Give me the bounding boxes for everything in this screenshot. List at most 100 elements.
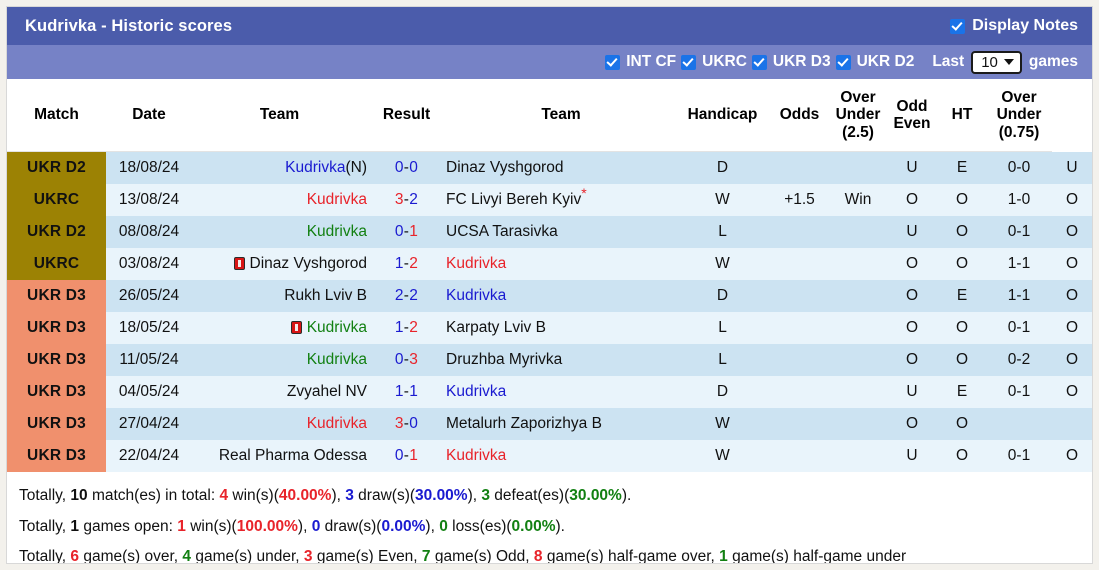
col-over-under-25[interactable]: Over Under (2.5) <box>830 79 886 153</box>
league-filter-ukrc[interactable]: UKRC <box>681 53 747 71</box>
team-name[interactable]: Druzhba Myrivka <box>446 351 562 369</box>
odds-value <box>830 408 886 441</box>
col-date[interactable]: Date <box>106 79 192 153</box>
score-cell[interactable]: 2-2 <box>367 280 446 313</box>
col-odd-even[interactable]: Odd Even <box>886 79 938 153</box>
league-badge[interactable]: UKR D2 <box>7 151 106 185</box>
home-team-cell[interactable]: Real Pharma Odessa <box>192 440 367 473</box>
col-over-under-075[interactable]: Over Under (0.75) <box>986 79 1052 153</box>
team-name[interactable]: Kudrivka <box>446 287 506 305</box>
score-cell[interactable]: 0-0 <box>367 151 446 185</box>
league-filter-label: UKRC <box>702 53 747 70</box>
home-team-cell[interactable]: Kudrivka <box>192 408 367 441</box>
away-team-cell[interactable]: Metalurh Zaporizhya B <box>446 408 676 441</box>
table-row[interactable]: UKR D2 18/08/24 Kudrivka(N) 0-0 Dinaz Vyshgo… <box>7 151 1092 185</box>
col-result[interactable]: Result <box>367 79 446 153</box>
score-cell[interactable]: 3-0 <box>367 408 446 441</box>
league-filter-checkbox[interactable] <box>605 54 621 70</box>
col-match[interactable]: Match <box>7 79 106 153</box>
team-name[interactable]: Kudrivka <box>307 223 367 241</box>
col-home-team[interactable]: Team <box>192 79 367 153</box>
table-row[interactable]: UKR D3 27/04/24 Kudrivka 3-0 Metalurh Zapori… <box>7 408 1092 441</box>
score-cell[interactable]: 1-1 <box>367 376 446 409</box>
home-team-cell[interactable]: Kudrivka <box>192 312 367 345</box>
team-asterisk: * <box>581 184 587 201</box>
away-team-cell[interactable]: Kudrivka <box>446 248 676 281</box>
team-name[interactable]: Kudrivka <box>307 191 367 209</box>
col-ht[interactable]: HT <box>938 79 986 153</box>
team-name[interactable]: FC Livyi Bereh Kyiv <box>446 191 581 209</box>
table-row[interactable]: UKR D3 11/05/24 Kudrivka 0-3 Druzhba Myrivka… <box>7 344 1092 377</box>
away-team-cell[interactable]: UCSA Tarasivka <box>446 216 676 249</box>
display-notes-toggle[interactable]: Display Notes <box>950 17 1078 35</box>
team-name[interactable]: Metalurh Zaporizhya B <box>446 415 602 433</box>
display-notes-checkbox[interactable] <box>950 18 966 34</box>
last-games-select[interactable]: 10 <box>971 50 1022 74</box>
league-badge[interactable]: UKR D3 <box>7 344 106 377</box>
league-filter-ukr-d2[interactable]: UKR D2 <box>835 53 914 71</box>
table-row[interactable]: UKR D3 26/05/24 Rukh Lviv B 2-2 Kudrivka D O E 1… <box>7 280 1092 313</box>
league-filter-checkbox[interactable] <box>835 54 851 70</box>
col-away-team[interactable]: Team <box>446 79 676 153</box>
team-name[interactable]: UCSA Tarasivka <box>446 223 558 241</box>
team-name[interactable]: Real Pharma Odessa <box>219 447 367 465</box>
league-filter-checkbox[interactable] <box>681 54 697 70</box>
league-badge[interactable]: UKR D2 <box>7 216 106 249</box>
team-name[interactable]: Dinaz Vyshgorod <box>446 159 563 177</box>
summary-open-seg-3: 1 <box>177 517 186 535</box>
away-team-cell[interactable]: Kudrivka <box>446 440 676 473</box>
team-name[interactable]: Kudrivka <box>307 415 367 433</box>
league-badge[interactable]: UKRC <box>7 248 106 281</box>
table-row[interactable]: UKR D3 22/04/24 Real Pharma Odessa 0-1 Kudri… <box>7 440 1092 473</box>
league-badge[interactable]: UKR D3 <box>7 312 106 345</box>
league-badge[interactable]: UKRC <box>7 184 106 217</box>
score-cell[interactable]: 0-1 <box>367 216 446 249</box>
team-name[interactable]: Kudrivka <box>285 159 345 177</box>
over-under-075-value: U <box>1052 151 1092 185</box>
home-team-cell[interactable]: Kudrivka <box>192 216 367 249</box>
col-odds[interactable]: Odds <box>769 79 830 153</box>
table-row[interactable]: UKRC 13/08/24 Kudrivka 3-2 FC Livyi Bereh Ky… <box>7 184 1092 217</box>
away-team-cell[interactable]: Druzhba Myrivka <box>446 344 676 377</box>
league-filter-ukr-d3[interactable]: UKR D3 <box>751 53 831 71</box>
col-handicap[interactable]: Handicap <box>676 79 769 153</box>
league-filter-checkbox[interactable] <box>751 54 767 70</box>
away-team-cell[interactable]: Kudrivka <box>446 280 676 313</box>
table-row[interactable]: UKR D3 04/05/24 Zvyahel NV 1-1 Kudrivka D U E 0-… <box>7 376 1092 409</box>
league-badge[interactable]: UKR D3 <box>7 408 106 441</box>
team-name[interactable]: Kudrivka <box>446 447 506 465</box>
league-filter-int-cf[interactable]: INT CF <box>605 53 676 71</box>
score-cell[interactable]: 0-3 <box>367 344 446 377</box>
team-name[interactable]: Zvyahel NV <box>287 383 367 401</box>
home-team-cell[interactable]: Rukh Lviv B <box>192 280 367 313</box>
league-badge[interactable]: UKR D3 <box>7 280 106 313</box>
over-under-25-value: O <box>886 312 938 345</box>
home-team-cell[interactable]: Kudrivka <box>192 184 367 217</box>
away-team-cell[interactable]: Kudrivka <box>446 376 676 409</box>
league-badge[interactable]: UKR D3 <box>7 376 106 409</box>
home-team-cell[interactable]: Dinaz Vyshgorod <box>192 248 367 281</box>
team-name[interactable]: Kudrivka <box>446 255 506 273</box>
score-cell[interactable]: 1-2 <box>367 312 446 345</box>
team-name[interactable]: Kudrivka <box>446 383 506 401</box>
team-name[interactable]: Rukh Lviv B <box>284 287 367 305</box>
score-home: 0 <box>394 223 404 241</box>
team-name[interactable]: Kudrivka <box>307 319 367 337</box>
home-team-cell[interactable]: Zvyahel NV <box>192 376 367 409</box>
away-team-cell[interactable]: Karpaty Lviv B <box>446 312 676 345</box>
table-row[interactable]: UKRC 03/08/24 Dinaz Vyshgorod 1-2 Kudrivka W O… <box>7 248 1092 281</box>
score-cell[interactable]: 3-2 <box>367 184 446 217</box>
half-time-score: 0-0 <box>986 151 1052 185</box>
home-team-cell[interactable]: Kudrivka(N) <box>192 151 367 185</box>
team-name[interactable]: Karpaty Lviv B <box>446 319 546 337</box>
away-team-cell[interactable]: Dinaz Vyshgorod <box>446 151 676 185</box>
table-row[interactable]: UKR D3 18/05/24 Kudrivka 1-2 Karpaty Lviv B L… <box>7 312 1092 345</box>
home-team-cell[interactable]: Kudrivka <box>192 344 367 377</box>
away-team-cell[interactable]: FC Livyi Bereh Kyiv* <box>446 184 676 217</box>
table-row[interactable]: UKR D2 08/08/24 Kudrivka 0-1 UCSA Tarasivka L… <box>7 216 1092 249</box>
team-name[interactable]: Kudrivka <box>307 351 367 369</box>
score-cell[interactable]: 0-1 <box>367 440 446 473</box>
score-cell[interactable]: 1-2 <box>367 248 446 281</box>
team-name[interactable]: Dinaz Vyshgorod <box>250 255 367 273</box>
league-badge[interactable]: UKR D3 <box>7 440 106 473</box>
